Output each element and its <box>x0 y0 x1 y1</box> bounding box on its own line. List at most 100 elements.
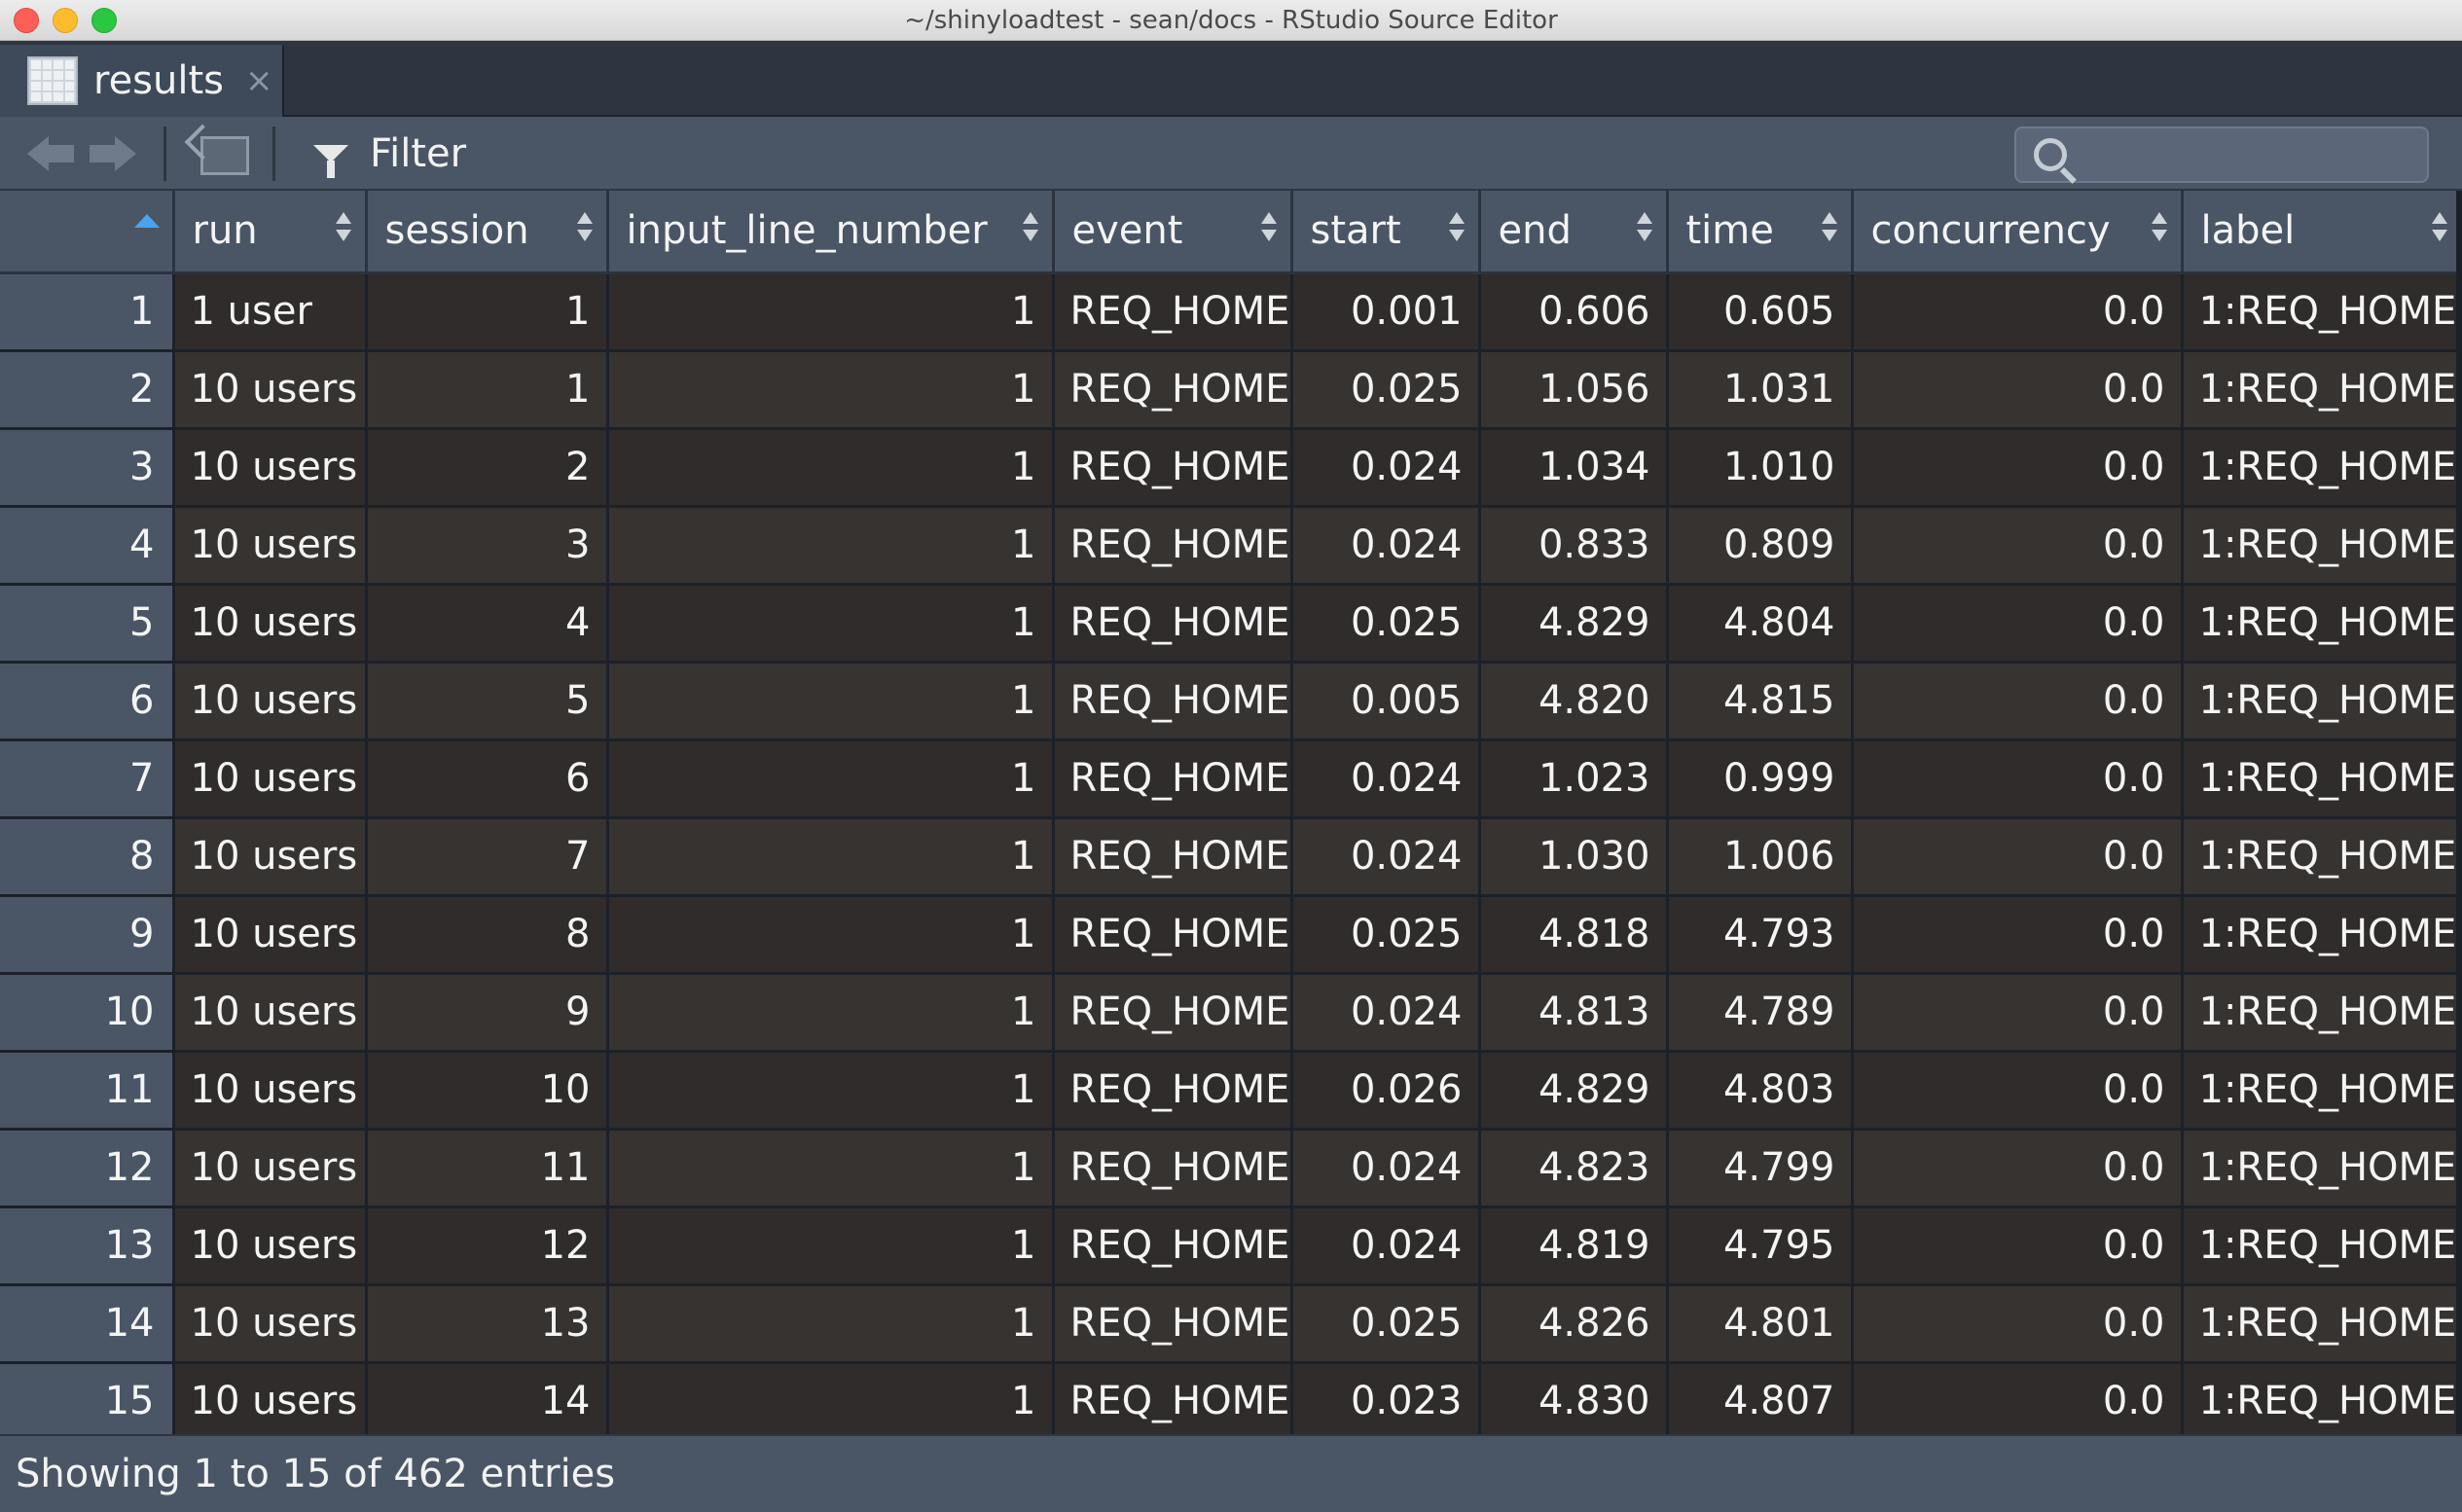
cell-run: 10 users <box>173 817 368 897</box>
entries-status: Showing 1 to 15 of 462 entries <box>16 1452 616 1496</box>
cell-end: 4.818 <box>1479 895 1669 975</box>
cell-start: 0.025 <box>1291 584 1481 664</box>
filter-button[interactable]: Filter <box>313 128 466 179</box>
table-row[interactable]: 6 10 users 5 1 REQ_HOME 0.005 4.820 4.815 0.0 1:R… <box>0 662 2462 741</box>
maximize-window-button[interactable] <box>91 8 117 33</box>
cell-input-line-number: 1 <box>607 1129 1055 1208</box>
table-row[interactable]: 10 10 users 9 1 REQ_HOME 0.024 4.813 4.789 0.0 1:… <box>0 973 2462 1053</box>
table-row[interactable]: 3 10 users 2 1 REQ_HOME 0.024 1.034 1.010 0.0 1:R… <box>0 428 2462 508</box>
cell-end: 1.056 <box>1479 350 1669 430</box>
cell-label: 1:REQ_HOME <box>2182 817 2462 897</box>
table-row[interactable]: 15 10 users 14 1 REQ_HOME 0.023 4.830 4.807 0.0 1… <box>0 1362 2462 1434</box>
table-row[interactable]: 12 10 users 11 1 REQ_HOME 0.024 4.823 4.799 0.0 1… <box>0 1129 2462 1208</box>
cell-input-line-number: 1 <box>607 584 1055 664</box>
cell-run: 10 users <box>173 1129 368 1208</box>
column-header-end[interactable]: end <box>1479 191 1669 274</box>
tab-results[interactable]: results × <box>0 45 284 117</box>
cell-event: REQ_HOME <box>1053 973 1293 1053</box>
table-row[interactable]: 2 10 users 1 1 REQ_HOME 0.025 1.056 1.031 0.0 1:R… <box>0 350 2462 430</box>
row-index-header[interactable] <box>0 191 175 274</box>
cell-input-line-number: 1 <box>607 1051 1055 1131</box>
column-header-concurrency[interactable]: concurrency <box>1852 191 2184 274</box>
cell-concurrency: 0.0 <box>1852 817 2184 897</box>
table-row[interactable]: 13 10 users 12 1 REQ_HOME 0.024 4.819 4.795 0.0 1… <box>0 1206 2462 1286</box>
tab-label: results <box>93 58 225 103</box>
cell-input-line-number: 1 <box>607 1206 1055 1286</box>
column-header-run[interactable]: run <box>173 191 368 274</box>
cell-session: 14 <box>366 1362 609 1434</box>
cell-run: 10 users <box>173 1051 368 1131</box>
cell-label: 1:REQ_HOME <box>2182 1206 2462 1286</box>
popout-icon <box>200 136 249 175</box>
cell-input-line-number: 1 <box>607 895 1055 975</box>
row-index: 13 <box>0 1206 175 1286</box>
table-row[interactable]: 14 10 users 13 1 REQ_HOME 0.025 4.826 4.801 0.0 1… <box>0 1284 2462 1364</box>
cell-session: 9 <box>366 973 609 1053</box>
cell-run: 1 user <box>173 272 368 352</box>
cell-end: 4.829 <box>1479 1051 1669 1131</box>
forward-button[interactable] <box>90 136 136 171</box>
column-header-input-line-number[interactable]: input_line_number <box>607 191 1055 274</box>
search-input[interactable] <box>2014 126 2429 183</box>
cell-label: 1:REQ_HOME <box>2182 973 2462 1053</box>
window-title: ~/shinyloadtest - sean/docs - RStudio So… <box>904 5 1558 35</box>
cell-event: REQ_HOME <box>1053 739 1293 819</box>
row-index: 7 <box>0 739 175 819</box>
cell-run: 10 users <box>173 584 368 664</box>
cell-session: 5 <box>366 662 609 741</box>
table-row[interactable]: 8 10 users 7 1 REQ_HOME 0.024 1.030 1.006 0.0 1:R… <box>0 817 2462 897</box>
cell-start: 0.024 <box>1291 739 1481 819</box>
close-window-button[interactable] <box>14 8 39 33</box>
column-header-start[interactable]: start <box>1291 191 1481 274</box>
row-index: 2 <box>0 350 175 430</box>
toolbar: Filter <box>0 117 2462 191</box>
table-row[interactable]: 11 10 users 10 1 REQ_HOME 0.026 4.829 4.803 0.0 1… <box>0 1051 2462 1131</box>
grid-icon <box>27 56 78 105</box>
table-row[interactable]: 4 10 users 3 1 REQ_HOME 0.024 0.833 0.809 0.0 1:R… <box>0 506 2462 586</box>
table-row[interactable]: 11 user 1 1 REQ_HOME 0.001 0.606 0.605 0.0 1:REQ… <box>0 272 2462 352</box>
cell-concurrency: 0.0 <box>1852 584 2184 664</box>
cell-concurrency: 0.0 <box>1852 1129 2184 1208</box>
cell-label: 1:REQ_HOME <box>2182 739 2462 819</box>
column-header-time[interactable]: time <box>1667 191 1854 274</box>
column-header-label[interactable]: label <box>2182 191 2462 274</box>
cell-label: 1:REQ_HOME <box>2182 428 2462 508</box>
row-index: 15 <box>0 1362 175 1434</box>
table-footer: Showing 1 to 15 of 462 entries <box>0 1434 2462 1512</box>
sort-icon <box>1260 210 1277 249</box>
window-titlebar: ~/shinyloadtest - sean/docs - RStudio So… <box>0 0 2462 41</box>
cell-session: 12 <box>366 1206 609 1286</box>
column-header-session[interactable]: session <box>366 191 609 274</box>
row-index: 10 <box>0 973 175 1053</box>
cell-input-line-number: 1 <box>607 1284 1055 1364</box>
minimize-window-button[interactable] <box>53 8 78 33</box>
cell-time: 1.006 <box>1667 817 1854 897</box>
popout-button[interactable] <box>200 136 249 175</box>
tab-close-icon[interactable]: × <box>245 61 273 100</box>
table-row[interactable]: 9 10 users 8 1 REQ_HOME 0.025 4.818 4.793 0.0 1:R… <box>0 895 2462 975</box>
cell-label: 1:REQ_HOME <box>2182 1362 2462 1434</box>
cell-concurrency: 0.0 <box>1852 428 2184 508</box>
cell-session: 11 <box>366 1129 609 1208</box>
cell-run: 10 users <box>173 662 368 741</box>
sort-icon <box>1448 210 1465 249</box>
vertical-scrollbar[interactable] <box>2456 191 2462 1434</box>
cell-end: 0.606 <box>1479 272 1669 352</box>
row-index: 8 <box>0 817 175 897</box>
cell-run: 10 users <box>173 1206 368 1286</box>
row-index: 3 <box>0 428 175 508</box>
row-index: 9 <box>0 895 175 975</box>
cell-time: 0.809 <box>1667 506 1854 586</box>
cell-time: 4.799 <box>1667 1129 1854 1208</box>
back-button[interactable] <box>27 136 74 171</box>
table-row[interactable]: 5 10 users 4 1 REQ_HOME 0.025 4.829 4.804 0.0 1:R… <box>0 584 2462 664</box>
column-header-event[interactable]: event <box>1053 191 1293 274</box>
sort-ascending-icon <box>134 214 160 228</box>
table-row[interactable]: 7 10 users 6 1 REQ_HOME 0.024 1.023 0.999 0.0 1:R… <box>0 739 2462 819</box>
cell-end: 4.829 <box>1479 584 1669 664</box>
cell-label: 1:REQ_HOME <box>2182 506 2462 586</box>
cell-run: 10 users <box>173 1284 368 1364</box>
cell-session: 8 <box>366 895 609 975</box>
cell-event: REQ_HOME <box>1053 272 1293 352</box>
row-index: 1 <box>0 272 175 352</box>
